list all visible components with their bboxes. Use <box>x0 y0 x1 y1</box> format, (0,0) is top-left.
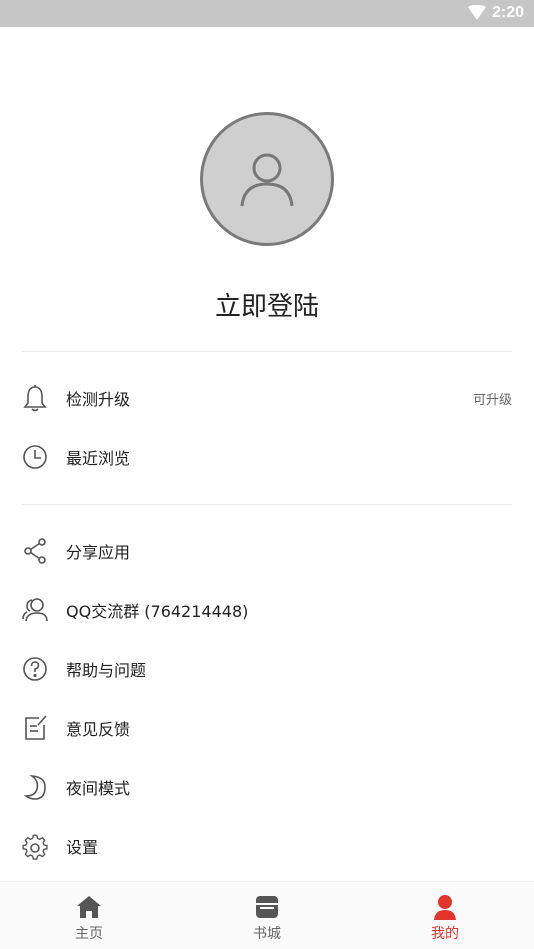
login-button[interactable]: 立即登陆 <box>0 286 534 323</box>
tab-home[interactable]: 主页 <box>0 882 178 949</box>
divider <box>22 504 512 505</box>
person-icon <box>434 895 456 920</box>
user-icon <box>240 153 294 207</box>
bottom-tab-bar: 主页 书城 我的 <box>0 881 534 949</box>
menu-item-qq-group[interactable]: QQ交流群 (764214448) <box>0 582 534 638</box>
menu-item-label: 分享应用 <box>66 543 131 562</box>
clock-icon <box>23 445 47 469</box>
wifi-icon <box>468 5 486 20</box>
divider <box>22 351 512 352</box>
tab-label: 主页 <box>75 926 103 942</box>
menu-item-recent[interactable]: 最近浏览 <box>0 429 534 485</box>
home-icon <box>77 896 101 918</box>
update-status-badge: 可升级 <box>472 393 512 408</box>
menu-item-settings[interactable]: 设置 <box>0 818 534 874</box>
menu-item-label: 最近浏览 <box>66 449 131 468</box>
status-time: 2:20 <box>491 4 524 21</box>
tab-store[interactable]: 书城 <box>178 882 356 949</box>
store-icon <box>256 896 278 918</box>
menu-item-help[interactable]: 帮助与问题 <box>0 641 534 697</box>
bell-icon <box>23 385 47 412</box>
tab-label: 我的 <box>431 926 459 942</box>
users-icon <box>22 598 48 622</box>
menu-item-label: 检测升级 <box>66 390 131 409</box>
menu-item-label: 夜间模式 <box>66 779 131 798</box>
status-bar: 2:20 <box>0 0 534 27</box>
tab-mine[interactable]: 我的 <box>356 882 534 949</box>
menu-item-check-update[interactable]: 检测升级 可升级 <box>0 370 534 426</box>
menu-item-label: 意见反馈 <box>66 720 131 739</box>
gear-icon <box>22 834 48 860</box>
menu-item-label: 帮助与问题 <box>66 661 147 680</box>
menu-item-night-mode[interactable]: 夜间模式 <box>0 759 534 815</box>
moon-icon <box>23 774 46 800</box>
menu-item-share[interactable]: 分享应用 <box>0 523 534 579</box>
menu-item-label: 设置 <box>66 838 99 857</box>
avatar[interactable] <box>200 112 334 246</box>
tab-label: 书城 <box>253 926 281 942</box>
feedback-icon <box>25 715 47 740</box>
help-icon <box>23 657 47 681</box>
menu-item-feedback[interactable]: 意见反馈 <box>0 700 534 756</box>
menu-item-label: QQ交流群 (764214448) <box>66 602 249 621</box>
share-icon <box>24 538 46 564</box>
